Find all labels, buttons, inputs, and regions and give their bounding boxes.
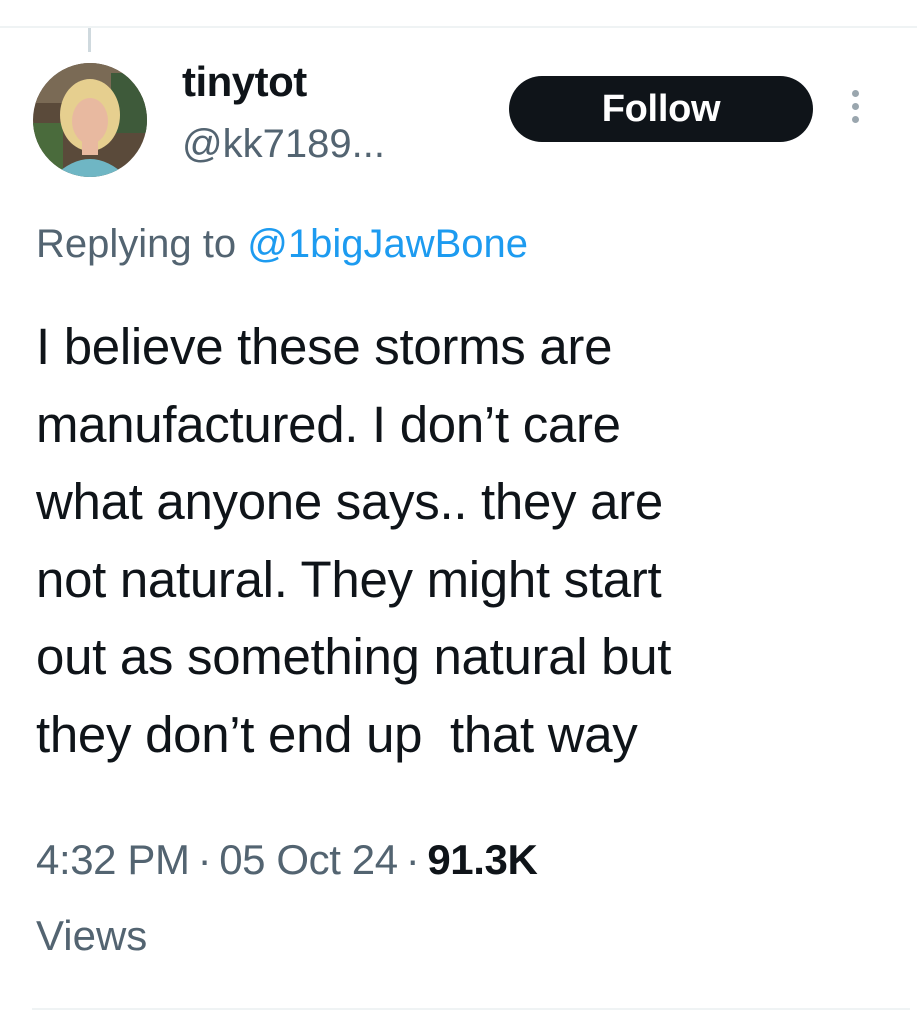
reply-mention-link[interactable]: @1bigJawBone (247, 222, 528, 266)
more-options-icon[interactable] (847, 90, 863, 130)
follow-button[interactable]: Follow (509, 76, 813, 142)
views-count[interactable]: 91.3K (427, 836, 537, 883)
views-label[interactable]: Views (36, 912, 147, 960)
replying-to-label: Replying to (36, 222, 237, 266)
tweet-text-line: I believe these storms are (36, 318, 613, 375)
tweet-text-line: manufactured. I don’t care (36, 395, 621, 453)
tweet-text: I believe these storms are manufactured.… (36, 308, 896, 773)
tweet-time[interactable]: 4:32 PM (36, 836, 190, 883)
meta-separator: · (197, 836, 212, 883)
tweet-text-line: what anyone says.. they are (36, 473, 663, 530)
tweet-date[interactable]: 05 Oct 24 (219, 836, 398, 883)
user-handle[interactable]: @kk7189... (182, 122, 385, 167)
top-divider (0, 26, 917, 28)
tweet-text-line: not natural. They might start (36, 550, 662, 608)
avatar[interactable] (33, 63, 147, 177)
replying-to-line: Replying to @1bigJawBone (36, 222, 528, 267)
thread-connector-line (88, 28, 91, 52)
tweet-text-line: out as something natural but (36, 628, 672, 685)
tweet-meta: 4:32 PM · 05 Oct 24 · 91.3K (36, 836, 538, 884)
meta-separator: · (405, 836, 420, 883)
bottom-divider (32, 1008, 910, 1010)
tweet-text-line: they don’t end up that way (36, 705, 638, 763)
avatar-image (33, 63, 147, 177)
display-name[interactable]: tinytot (182, 58, 307, 106)
